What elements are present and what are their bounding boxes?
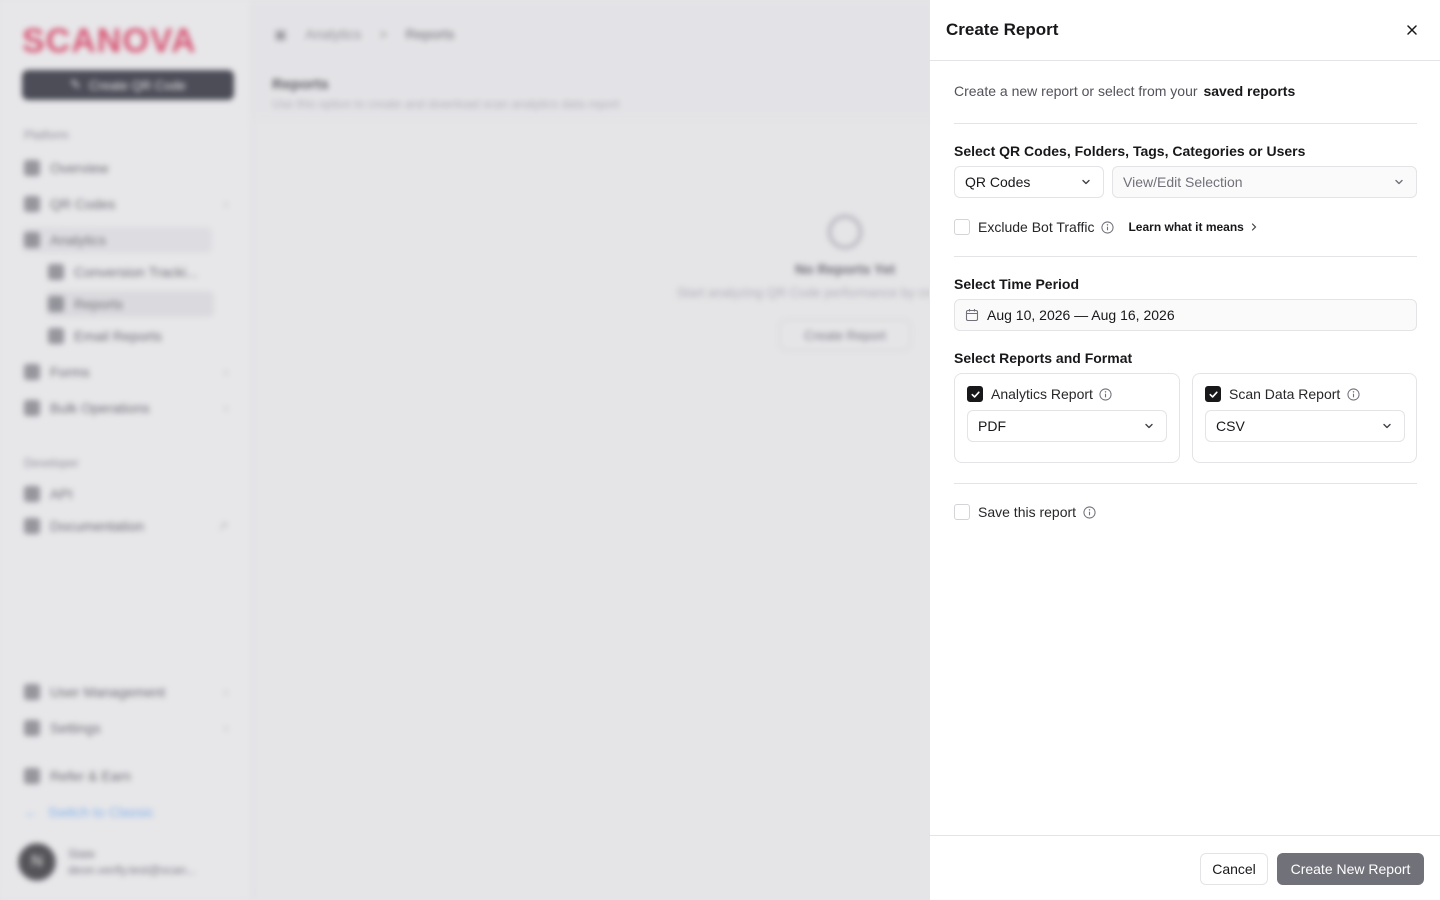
divider: [954, 483, 1417, 484]
info-icon[interactable]: [1346, 387, 1360, 401]
analytics-report-title: Analytics Report: [967, 386, 1113, 402]
drawer-footer: Cancel Create New Report: [930, 835, 1440, 900]
save-report-row: Save this report: [954, 503, 1096, 521]
divider: [954, 123, 1417, 124]
chevron-down-icon: [1392, 175, 1406, 189]
info-icon[interactable]: [1082, 505, 1096, 519]
analytics-report-card: Analytics Report PDF: [954, 373, 1180, 463]
drawer-title: Create Report: [946, 20, 1059, 39]
check-icon: [970, 390, 980, 398]
selection-type-select[interactable]: QR Codes: [954, 166, 1104, 198]
save-report-checkbox[interactable]: [954, 504, 970, 520]
selection-label: Select QR Codes, Folders, Tags, Categori…: [954, 143, 1306, 159]
time-period-label: Select Time Period: [954, 276, 1080, 292]
scan-data-report-title: Scan Data Report: [1205, 386, 1360, 402]
chevron-down-icon: [1079, 175, 1093, 189]
scan-data-report-checkbox[interactable]: [1205, 386, 1221, 402]
chevron-down-icon: [1142, 419, 1156, 433]
exclude-bot-label: Exclude Bot Traffic: [978, 219, 1095, 235]
save-report-label: Save this report: [978, 504, 1077, 520]
view-edit-selection-select[interactable]: View/Edit Selection: [1112, 166, 1417, 198]
modal-overlay[interactable]: [0, 0, 929, 900]
selection-type-value: QR Codes: [965, 174, 1031, 190]
create-new-report-button[interactable]: Create New Report: [1277, 853, 1424, 885]
info-icon[interactable]: [1099, 387, 1113, 401]
intro-label: Create a new report or select from your: [954, 83, 1198, 99]
scan-data-format-select[interactable]: CSV: [1205, 410, 1405, 442]
analytics-format-select[interactable]: PDF: [967, 410, 1167, 442]
chevron-right-icon: [1251, 223, 1257, 231]
exclude-bot-row: Exclude Bot Traffic Learn what it means: [954, 218, 1258, 236]
reports-format-label: Select Reports and Format: [954, 350, 1133, 366]
date-range-value: Aug 10, 2026 — Aug 16, 2026: [987, 307, 1175, 323]
analytics-format-value: PDF: [978, 418, 1006, 434]
chevron-down-icon: [1380, 419, 1394, 433]
saved-reports-link[interactable]: saved reports: [1203, 83, 1295, 99]
divider: [954, 256, 1417, 257]
analytics-report-label: Analytics Report: [991, 386, 1093, 402]
drawer-header: Create Report: [930, 0, 1440, 61]
calendar-icon: [965, 309, 979, 322]
date-range-picker[interactable]: Aug 10, 2026 — Aug 16, 2026: [954, 299, 1417, 331]
close-button[interactable]: [1400, 18, 1424, 42]
learn-what-it-means-link[interactable]: Learn what it means: [1128, 220, 1257, 234]
learn-link-label: Learn what it means: [1128, 220, 1244, 234]
cancel-button[interactable]: Cancel: [1200, 853, 1268, 885]
scan-data-format-value: CSV: [1216, 418, 1245, 434]
scan-data-report-label: Scan Data Report: [1229, 386, 1341, 402]
info-icon[interactable]: [1100, 220, 1114, 234]
create-report-drawer: Create Report Create a new report or sel…: [929, 0, 1440, 900]
check-icon: [1208, 390, 1218, 398]
analytics-report-checkbox[interactable]: [967, 386, 983, 402]
close-icon: [1407, 25, 1417, 35]
intro-text: Create a new report or select from your …: [954, 83, 1295, 99]
scan-data-report-card: Scan Data Report CSV: [1192, 373, 1417, 463]
view-edit-selection-placeholder: View/Edit Selection: [1123, 174, 1243, 190]
exclude-bot-checkbox[interactable]: [954, 219, 970, 235]
